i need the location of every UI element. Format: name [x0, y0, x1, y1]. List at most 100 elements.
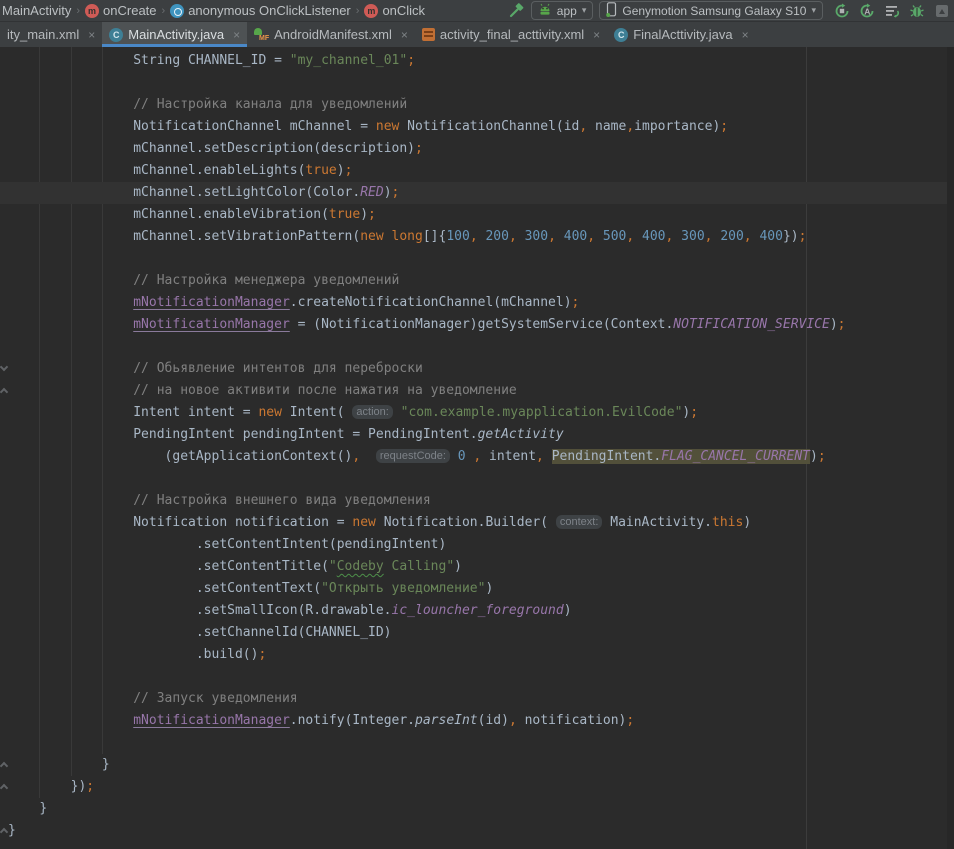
run-configuration-selector[interactable]: app ▾: [531, 1, 594, 20]
chevron-down-icon: ▾: [582, 5, 587, 16]
code-line[interactable]: [0, 336, 954, 358]
fold-marker-icon[interactable]: [0, 828, 8, 836]
code-line[interactable]: }: [0, 754, 954, 776]
code-line[interactable]: mChannel.setDescription(description);: [0, 138, 954, 160]
code-line[interactable]: .setContentTitle("Codeby Calling"): [0, 556, 954, 578]
code-line[interactable]: NotificationChannel mChannel = new Notif…: [0, 116, 954, 138]
code-token: getActivity: [478, 427, 564, 442]
code-token: ;: [720, 119, 728, 134]
code-area[interactable]: String CHANNEL_ID = "my_channel_01"; // …: [0, 47, 954, 842]
code-line[interactable]: mChannel.enableLights(true);: [0, 160, 954, 182]
code-line[interactable]: String CHANNEL_ID = "my_channel_01";: [0, 50, 954, 72]
editor-scrollbar-area[interactable]: [947, 47, 954, 849]
fold-marker-icon[interactable]: [0, 762, 8, 770]
code-line[interactable]: .setSmallIcon(R.drawable.ic_louncher_for…: [0, 600, 954, 622]
code-token: ): [337, 163, 345, 178]
indentation: [8, 53, 133, 68]
close-tab-icon[interactable]: ×: [401, 28, 408, 42]
code-line[interactable]: [0, 732, 954, 754]
code-token: mNotificationManager: [133, 295, 290, 310]
code-line[interactable]: .setChannelId(CHANNEL_ID): [0, 622, 954, 644]
debug-bug-icon[interactable]: [908, 2, 925, 19]
code-line[interactable]: PendingIntent pendingIntent = PendingInt…: [0, 424, 954, 446]
code-line[interactable]: // Настройка канала для уведомлений: [0, 94, 954, 116]
code-token: [384, 229, 392, 244]
fold-marker-icon[interactable]: [0, 363, 8, 371]
build-hammer-icon[interactable]: [508, 2, 525, 19]
code-line[interactable]: }: [0, 798, 954, 820]
device-selector[interactable]: Genymotion Samsung Galaxy S10 ▾: [599, 1, 823, 20]
breadcrumb-item[interactable]: anonymous OnClickListener: [188, 3, 351, 18]
code-line[interactable]: Intent intent = new Intent( action: "com…: [0, 402, 954, 424]
breadcrumb-item[interactable]: onCreate: [103, 3, 156, 18]
code-line[interactable]: // Настройка менеджера уведомлений: [0, 270, 954, 292]
code-line[interactable]: [0, 468, 954, 490]
code-token: [517, 229, 525, 244]
code-token: [556, 229, 564, 244]
editor-tab[interactable]: CMainActivity.java×: [102, 22, 247, 47]
code-token: RED: [360, 185, 383, 200]
code-token: Notification notification =: [133, 515, 352, 530]
code-line[interactable]: Notification notification = new Notifica…: [0, 512, 954, 534]
code-line[interactable]: // на новое активити после нажатия на ув…: [0, 380, 954, 402]
code-token: 200: [720, 229, 743, 244]
code-line[interactable]: // Запуск уведомления: [0, 688, 954, 710]
code-line[interactable]: }: [0, 820, 954, 842]
apply-code-changes-icon[interactable]: A: [858, 2, 875, 19]
code-line[interactable]: mNotificationManager.createNotificationC…: [0, 292, 954, 314]
code-token: ;: [258, 647, 266, 662]
code-line[interactable]: });: [0, 776, 954, 798]
code-token: Intent(: [282, 405, 352, 420]
code-line[interactable]: .setContentText("Открыть уведомление"): [0, 578, 954, 600]
code-line[interactable]: // Настройка внешнего вида уведомления: [0, 490, 954, 512]
code-editor[interactable]: String CHANNEL_ID = "my_channel_01"; // …: [0, 47, 954, 849]
indentation: [8, 383, 133, 398]
code-line[interactable]: [0, 666, 954, 688]
code-token: name: [587, 119, 626, 134]
code-token: 300: [681, 229, 704, 244]
profiler-icon[interactable]: [933, 2, 950, 19]
editor-tab[interactable]: MFAndroidManifest.xml×: [247, 22, 415, 47]
code-line[interactable]: .setContentIntent(pendingIntent): [0, 534, 954, 556]
code-line[interactable]: (getApplicationContext(), requestCode: 0…: [0, 446, 954, 468]
code-token: ): [564, 603, 572, 618]
android-icon: [538, 3, 552, 19]
code-token: ): [454, 559, 462, 574]
run-configurations-list-icon[interactable]: [883, 2, 900, 19]
code-token: 400: [642, 229, 665, 244]
close-tab-icon[interactable]: ×: [593, 28, 600, 42]
code-line[interactable]: mChannel.setVibrationPattern(new long[]{…: [0, 226, 954, 248]
close-tab-icon[interactable]: ×: [742, 28, 749, 42]
rerun-activity-icon[interactable]: [833, 2, 850, 19]
code-token: (getApplicationContext(): [165, 449, 353, 464]
code-line[interactable]: mChannel.setLightColor(Color.RED);: [0, 182, 954, 204]
code-line[interactable]: mChannel.enableVibration(true);: [0, 204, 954, 226]
code-token: "my_channel_01": [290, 53, 407, 68]
code-token: ;: [86, 779, 94, 794]
editor-tab[interactable]: ity_main.xml×: [0, 22, 102, 47]
code-line[interactable]: [0, 72, 954, 94]
indentation: [8, 361, 133, 376]
code-token: [450, 449, 458, 464]
code-token: ): [743, 515, 751, 530]
code-line[interactable]: mNotificationManager = (NotificationMana…: [0, 314, 954, 336]
code-token: ,: [470, 229, 478, 244]
code-token: // Настройка внешнего вида уведомления: [133, 493, 430, 508]
editor-tab[interactable]: activity_final_acttivity.xml×: [415, 22, 607, 47]
code-line[interactable]: // Обьявление интентов для переброски: [0, 358, 954, 380]
breadcrumb-item[interactable]: MainActivity: [2, 3, 71, 18]
code-line[interactable]: mNotificationManager.notify(Integer.pars…: [0, 710, 954, 732]
code-token: true: [329, 207, 360, 222]
close-tab-icon[interactable]: ×: [233, 28, 240, 42]
fold-marker-icon[interactable]: [0, 388, 8, 396]
code-token: [360, 449, 376, 464]
close-tab-icon[interactable]: ×: [88, 28, 95, 42]
code-line[interactable]: [0, 248, 954, 270]
breadcrumb-item[interactable]: onClick: [382, 3, 425, 18]
code-line[interactable]: .build();: [0, 644, 954, 666]
code-token: // Обьявление интентов для переброски: [133, 361, 423, 376]
indentation: [8, 185, 133, 200]
editor-tab[interactable]: CFinalActtivity.java×: [607, 22, 755, 47]
code-token: .setContentText(: [196, 581, 321, 596]
fold-marker-icon[interactable]: [0, 784, 8, 792]
